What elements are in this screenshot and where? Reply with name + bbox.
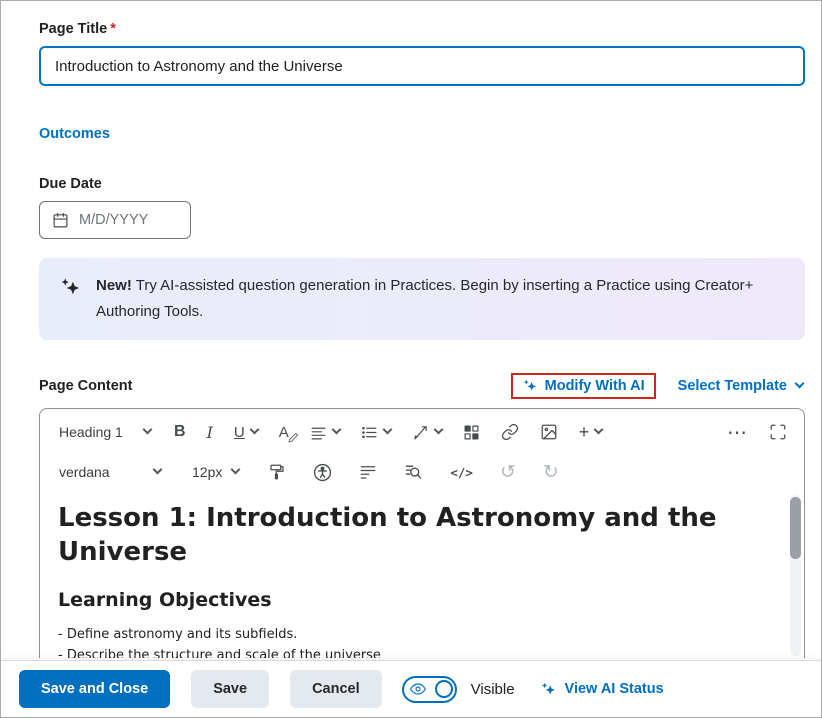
font-color-button[interactable]: A <box>276 422 292 443</box>
alignment-button[interactable] <box>307 422 343 443</box>
chevron-down-icon <box>795 379 805 389</box>
ai-sparkle-icon <box>59 276 82 299</box>
preview-button[interactable] <box>401 461 426 484</box>
text-lines-icon <box>359 463 377 481</box>
modify-with-ai-label: Modify With AI <box>545 378 645 394</box>
due-date-placeholder: M/D/YYYY <box>79 212 148 228</box>
ai-news-banner: New! Try AI-assisted question generation… <box>39 258 805 340</box>
page-title-input[interactable] <box>39 46 805 86</box>
page-title-label-text: Page Title <box>39 21 107 37</box>
calendar-icon <box>52 212 69 229</box>
ai-banner-text: New! Try AI-assisted question generation… <box>96 273 799 325</box>
view-ai-status-label: View AI Status <box>565 681 664 697</box>
page-title-label: Page Title* <box>39 21 805 37</box>
italic-button[interactable]: I <box>204 421 216 444</box>
more-actions-button[interactable]: ⋯ <box>724 418 751 447</box>
undo-button[interactable]: ↺ <box>497 461 519 484</box>
lesson-body: - Define astronomy and its subfields. - … <box>58 624 764 658</box>
font-family-select[interactable]: verdana <box>54 461 166 483</box>
cancel-button[interactable]: Cancel <box>290 670 382 708</box>
chevron-down-icon <box>331 425 341 435</box>
format-painter-button[interactable] <box>265 461 289 483</box>
page-editor-window: Page Title* Outcomes Due Date M/D/YYYY N… <box>0 0 822 718</box>
insert-line-button[interactable] <box>356 461 380 483</box>
bold-button[interactable]: B <box>171 421 189 443</box>
preview-find-icon <box>404 463 423 482</box>
accessibility-checker-button[interactable] <box>310 461 335 484</box>
fullscreen-button[interactable] <box>766 421 790 443</box>
insert-stuff-icon <box>412 424 429 441</box>
editor-toolbar-row2: verdana 12px <box>40 455 804 489</box>
editor-toolbar-row1: Heading 1 B I U A <box>40 409 804 455</box>
editor-scrollbar[interactable] <box>790 495 801 656</box>
due-date-label: Due Date <box>39 176 805 192</box>
rich-text-editor: Heading 1 B I U A <box>39 408 805 658</box>
pencil-icon <box>288 432 299 443</box>
plus-icon: + <box>579 422 590 443</box>
save-button[interactable]: Save <box>191 670 269 708</box>
chevron-down-icon <box>153 465 163 475</box>
section-heading: Learning Objectives <box>58 589 764 611</box>
page-content-label: Page Content <box>39 378 132 394</box>
chevron-down-icon <box>249 425 259 435</box>
underline-label: U <box>234 424 245 441</box>
insert-image-button[interactable] <box>537 421 561 443</box>
lesson-heading: Lesson 1: Introduction to Astronomy and … <box>58 501 738 569</box>
scrollbar-thumb[interactable] <box>790 497 801 559</box>
save-and-close-button[interactable]: Save and Close <box>19 670 170 708</box>
ai-sparkle-icon <box>540 681 557 698</box>
element-grid-icon <box>463 424 480 441</box>
source-code-button[interactable]: </> <box>447 463 476 482</box>
modify-with-ai-button[interactable]: Modify With AI <box>511 373 656 399</box>
list-button[interactable] <box>358 422 394 443</box>
redo-button[interactable]: ↻ <box>540 461 562 484</box>
ai-banner-message: Try AI-assisted question generation in P… <box>96 277 753 320</box>
bullet-list-icon <box>361 424 378 441</box>
fullscreen-icon <box>769 423 787 441</box>
font-size-select[interactable]: 12px <box>187 461 244 483</box>
editor-content-area[interactable]: Lesson 1: Introduction to Astronomy and … <box>40 489 804 658</box>
link-icon <box>501 423 519 441</box>
main-content: Page Title* Outcomes Due Date M/D/YYYY N… <box>1 1 821 658</box>
due-date-input[interactable]: M/D/YYYY <box>39 201 191 239</box>
insert-stuff-button[interactable] <box>409 422 445 443</box>
font-family-value: verdana <box>59 464 110 480</box>
outcomes-link[interactable]: Outcomes <box>39 126 110 142</box>
insert-element-button[interactable] <box>460 422 483 443</box>
format-painter-icon <box>268 463 286 481</box>
view-ai-status-link[interactable]: View AI Status <box>540 681 664 698</box>
chevron-down-icon <box>143 425 153 435</box>
align-left-icon <box>310 424 327 441</box>
visible-label: Visible <box>471 681 515 698</box>
eye-icon <box>410 681 426 697</box>
body-line: - Describe the structure and scale of th… <box>58 645 764 658</box>
toggle-knob <box>435 680 453 698</box>
ai-sparkle-icon <box>522 378 538 394</box>
paragraph-format-select[interactable]: Heading 1 <box>54 421 156 443</box>
ai-banner-highlight: New! <box>96 277 132 294</box>
body-line: - Define astronomy and its subfields. <box>58 624 764 645</box>
accessibility-icon <box>313 463 332 482</box>
select-template-label: Select Template <box>678 378 787 394</box>
font-size-value: 12px <box>192 464 222 480</box>
select-template-button[interactable]: Select Template <box>678 378 803 394</box>
insert-more-button[interactable]: + <box>576 420 606 445</box>
page-content-header: Page Content Modify With AI Select Templ… <box>39 373 805 399</box>
paragraph-format-value: Heading 1 <box>59 424 123 440</box>
insert-quicklink-button[interactable] <box>498 421 522 443</box>
chevron-down-icon <box>433 425 443 435</box>
image-icon <box>540 423 558 441</box>
chevron-down-icon <box>594 425 604 435</box>
visibility-toggle[interactable] <box>402 676 457 703</box>
required-asterisk: * <box>110 21 116 37</box>
chevron-down-icon <box>231 465 241 475</box>
action-footer: Save and Close Save Cancel Visible View … <box>1 660 821 717</box>
chevron-down-icon <box>382 425 392 435</box>
underline-button[interactable]: U <box>231 422 261 443</box>
